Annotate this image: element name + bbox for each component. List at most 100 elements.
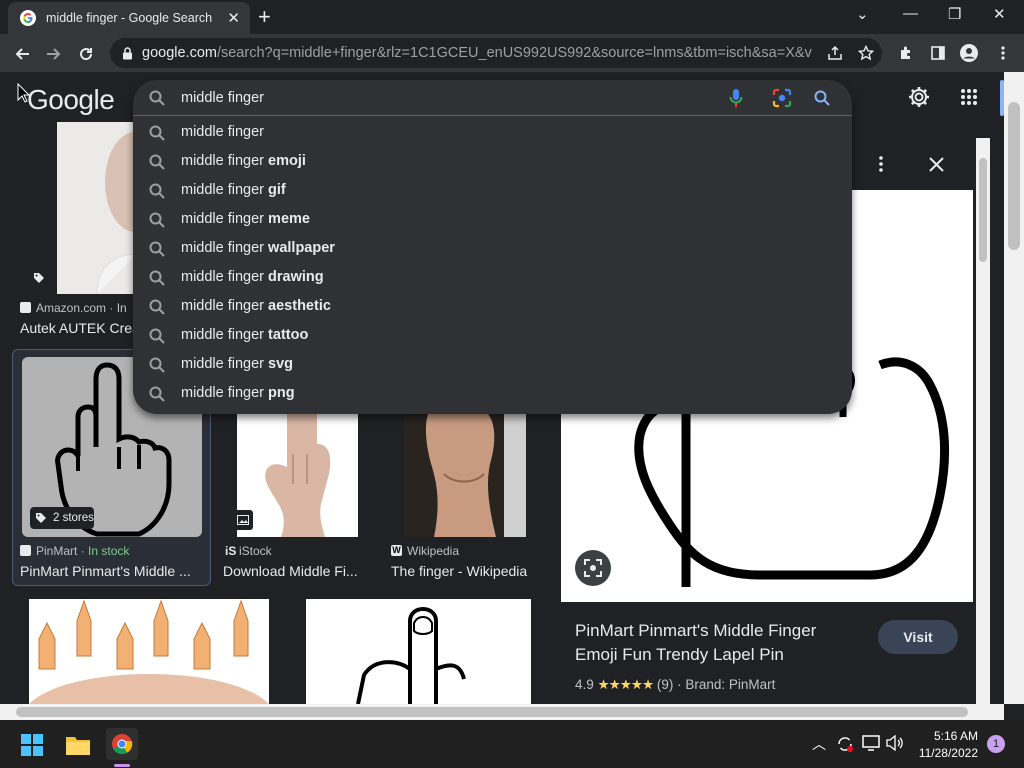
back-icon[interactable]: [8, 40, 36, 68]
suggestion-search-icon: [149, 212, 165, 228]
suggestion-search-icon: [149, 299, 165, 315]
suggestion-base: middle finger: [181, 269, 269, 285]
minimize-icon[interactable]: —: [903, 5, 918, 22]
tab-close-icon[interactable]: ✕: [227, 9, 240, 27]
tab-search-chevron-icon[interactable]: ⌄: [856, 5, 869, 23]
settings-gear-icon[interactable]: [907, 85, 931, 114]
chrome-taskbar-icon[interactable]: [106, 728, 138, 760]
result-image-4[interactable]: [404, 414, 526, 537]
google-apps-icon[interactable]: [960, 88, 978, 111]
result-image-6[interactable]: [306, 599, 531, 704]
suggestion-base: middle finger: [181, 298, 269, 314]
review-count[interactable]: (9): [657, 677, 674, 692]
side-panel-icon[interactable]: [927, 42, 949, 64]
profile-icon[interactable]: [958, 42, 980, 64]
notification-badge[interactable]: 1: [987, 735, 1005, 753]
suggestion-item[interactable]: middle finger svg: [133, 350, 852, 379]
visit-button[interactable]: Visit: [878, 620, 958, 654]
product-title-line2[interactable]: Emoji Fun Trendy Lapel Pin: [575, 645, 784, 665]
horizontal-scrollbar-thumb[interactable]: [16, 707, 968, 717]
panel-scrollbar-thumb[interactable]: [979, 158, 987, 262]
browser-menu-icon[interactable]: [992, 42, 1014, 64]
suggestion-item[interactable]: middle finger tattoo: [133, 321, 852, 350]
new-tab-icon[interactable]: +: [258, 4, 271, 30]
page-vertical-scrollbar[interactable]: [1004, 72, 1024, 704]
page-horizontal-scrollbar[interactable]: [0, 704, 1004, 720]
result-image-5[interactable]: [29, 599, 269, 704]
result-4-source[interactable]: Wikipedia: [407, 544, 459, 558]
address-bar[interactable]: google.com/search?q=middle+finger&rlz=1C…: [110, 38, 882, 68]
extensions-icon[interactable]: [895, 42, 917, 64]
google-logo[interactable]: Google: [27, 84, 115, 116]
suggestion-base: middle finger: [181, 211, 269, 227]
bookmark-star-icon[interactable]: [855, 42, 877, 64]
result-1-source[interactable]: Amazon.com · In: [36, 301, 127, 315]
result-4-title[interactable]: The finger - Wikipedia: [391, 563, 541, 579]
suggestion-search-icon: [149, 357, 165, 373]
result-2-title[interactable]: PinMart Pinmart's Middle ...: [20, 563, 198, 579]
panel-scrollbar[interactable]: [976, 138, 990, 704]
suggestion-item[interactable]: middle finger gif: [133, 176, 852, 205]
result-image-3[interactable]: [237, 414, 358, 537]
lens-search-icon[interactable]: [575, 550, 611, 586]
suggestion-item[interactable]: middle finger png: [133, 379, 852, 408]
tab-title: middle finger - Google Search: [46, 11, 213, 25]
suggestion-completion: wallpaper: [268, 240, 335, 256]
suggestion-base: middle finger: [181, 385, 269, 401]
suggestion-text: middle finger svg: [181, 356, 293, 372]
product-meta: 4.9 ★★★★★ (9) · Brand: PinMart: [575, 677, 775, 693]
result-2-source[interactable]: PinMart · In stock: [36, 544, 129, 558]
close-panel-icon[interactable]: [929, 157, 944, 177]
suggestion-item[interactable]: middle finger emoji: [133, 147, 852, 176]
suggestion-completion: emoji: [268, 153, 306, 169]
suggestion-item[interactable]: middle finger drawing: [133, 263, 852, 292]
reload-icon[interactable]: [72, 40, 100, 68]
share-icon[interactable]: [824, 42, 846, 64]
page-scrollbar-thumb[interactable]: [1008, 102, 1020, 250]
clock-date[interactable]: 11/28/2022: [918, 746, 978, 760]
mouse-cursor-icon: [17, 82, 31, 108]
suggestion-item[interactable]: middle finger aesthetic: [133, 292, 852, 321]
suggestion-search-icon: [149, 183, 165, 199]
suggestion-search-icon: [149, 125, 165, 141]
window-close-icon[interactable]: ✕: [993, 5, 1006, 23]
lock-icon[interactable]: [120, 46, 134, 60]
search-box[interactable]: middle finger: [133, 80, 852, 116]
brand-label: Brand: PinMart: [685, 677, 776, 692]
stores-badge: 2 stores: [30, 507, 94, 529]
suggestion-text: middle finger gif: [181, 182, 286, 198]
suggestion-item[interactable]: middle finger wallpaper: [133, 234, 852, 263]
product-title-line1[interactable]: PinMart Pinmart's Middle Finger: [575, 621, 816, 641]
clock-time[interactable]: 5:16 AM: [924, 729, 978, 743]
suggestion-item[interactable]: middle finger: [133, 118, 852, 147]
volume-icon[interactable]: [886, 734, 904, 756]
restore-icon[interactable]: ❐: [948, 5, 961, 23]
search-submit-icon[interactable]: [814, 90, 830, 111]
suggestion-text: middle finger png: [181, 385, 295, 401]
suggestion-item[interactable]: middle finger meme: [133, 205, 852, 234]
rating-value: 4.9: [575, 677, 594, 692]
suggestion-search-icon: [149, 270, 165, 286]
result-image-1[interactable]: [57, 122, 133, 294]
result-1-title[interactable]: Autek AUTEK Crea: [20, 320, 133, 336]
windows-start-icon[interactable]: [21, 734, 43, 761]
result-3-source[interactable]: iStock: [239, 544, 272, 558]
in-stock-label: · In stock: [80, 544, 130, 558]
file-explorer-icon[interactable]: [65, 734, 91, 761]
more-options-icon[interactable]: [879, 156, 883, 177]
suggestion-base: middle finger: [181, 182, 269, 198]
voice-search-icon[interactable]: [729, 88, 743, 113]
show-hidden-icons-icon[interactable]: ︿: [812, 734, 826, 754]
suggestion-text: middle finger emoji: [181, 153, 306, 169]
google-lens-icon[interactable]: [772, 88, 792, 113]
result-3-title[interactable]: Download Middle Fi...: [223, 563, 363, 579]
suggestion-text: middle finger drawing: [181, 269, 324, 285]
sync-icon[interactable]: [836, 735, 854, 758]
search-input[interactable]: middle finger: [181, 90, 264, 106]
suggestion-search-icon: [149, 241, 165, 257]
display-icon[interactable]: [862, 735, 880, 756]
forward-icon[interactable]: [40, 40, 68, 68]
browser-tab[interactable]: middle finger - Google Search ✕: [8, 2, 250, 34]
suggestion-text: middle finger meme: [181, 211, 310, 227]
suggestion-completion: drawing: [268, 269, 324, 285]
